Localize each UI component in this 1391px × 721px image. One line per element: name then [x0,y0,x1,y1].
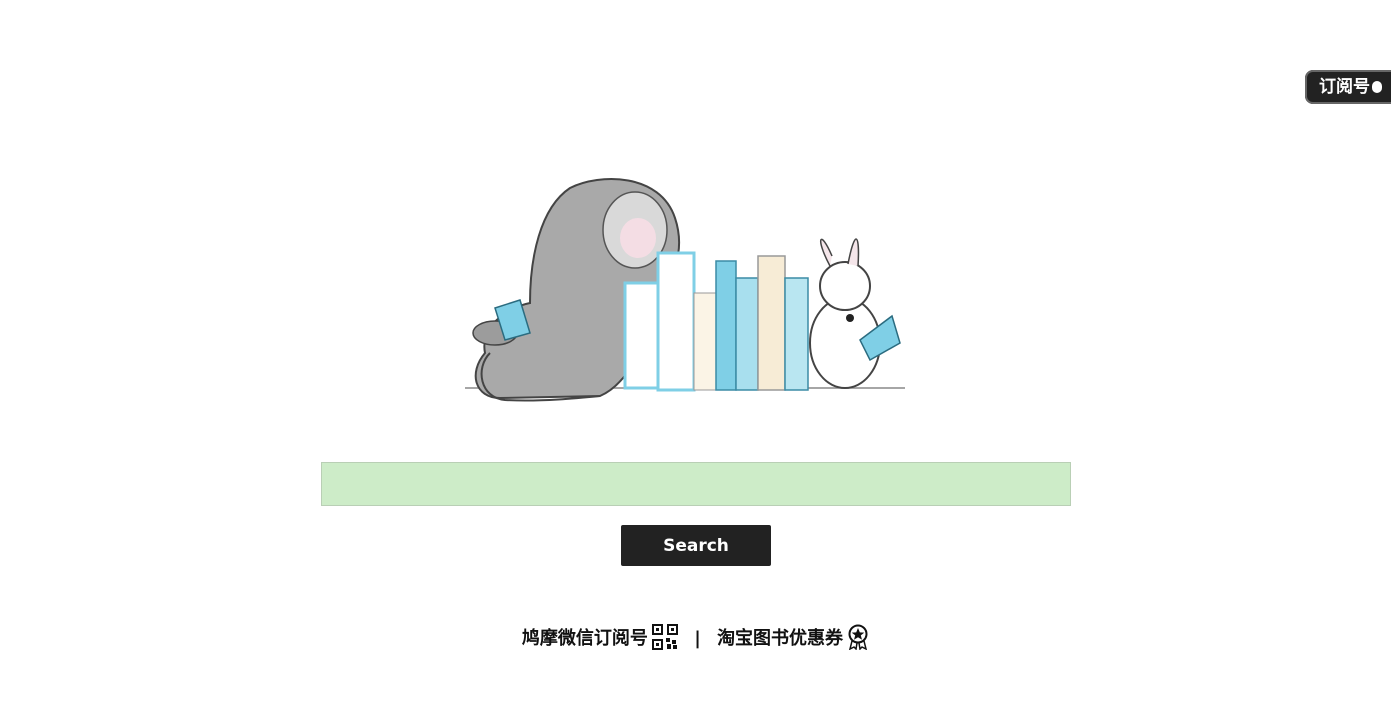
qr-code-icon [651,624,678,650]
page: 订阅号 Search 鸠摩微信订阅号 | 淘宝图书优惠券 [0,0,1391,721]
footer-links: 鸠摩微信订阅号 | 淘宝图书优惠券 [0,624,1391,651]
subscribe-tab[interactable]: 订阅号 [1305,70,1391,104]
taobao-coupon-link[interactable]: 淘宝图书优惠券 [717,624,869,651]
taobao-coupon-label: 淘宝图书优惠券 [717,628,844,649]
footer-separator: | [694,628,701,649]
chat-bubble-icon [1372,81,1382,93]
search-button[interactable]: Search [621,525,771,566]
wechat-subscribe-label: 鸠摩微信订阅号 [521,628,648,649]
wechat-subscribe-link[interactable]: 鸠摩微信订阅号 [521,624,678,650]
elephant-rabbit-bookends-illustration [465,178,905,402]
badge-icon [848,624,868,651]
search-input[interactable] [321,462,1071,506]
subscribe-tab-label: 订阅号 [1319,77,1370,97]
